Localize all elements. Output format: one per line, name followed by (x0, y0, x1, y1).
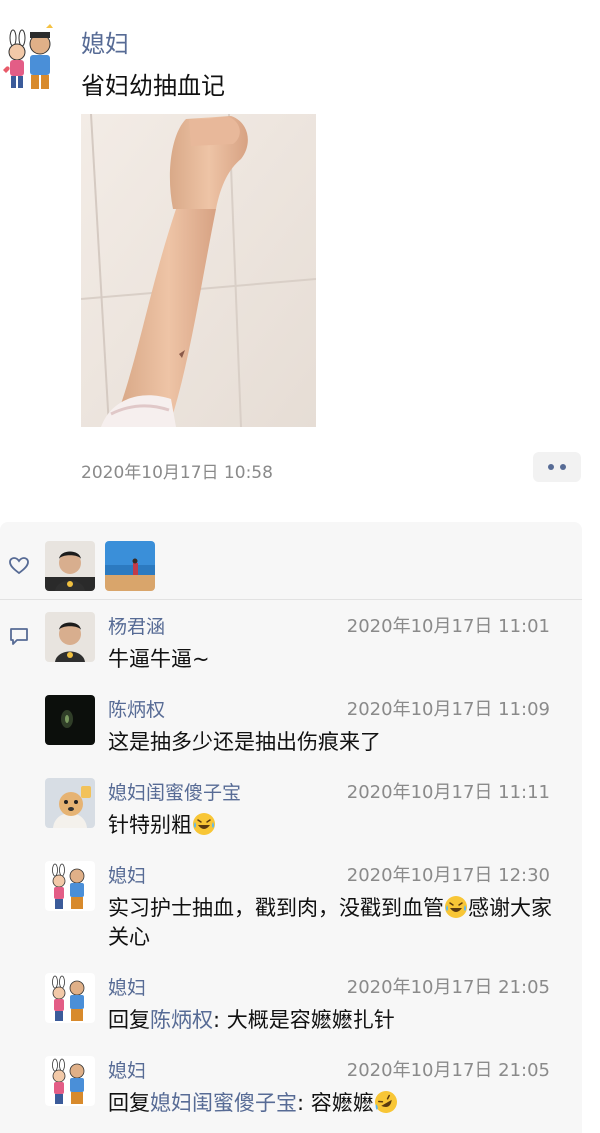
comment-timestamp: 2020年10月17日 12:30 (346, 865, 550, 886)
reply-to-link[interactable]: 陈炳权 (150, 1008, 213, 1032)
comment-text: 实习护士抽血，戳到肉，没戳到血管 感谢大家关心 (108, 894, 568, 952)
commenter-avatar[interactable] (45, 861, 95, 911)
likes-row (0, 522, 582, 599)
post-author-avatar[interactable] (0, 22, 62, 94)
like-avatar-beach[interactable] (105, 541, 155, 591)
comment-timestamp: 2020年10月17日 11:09 (346, 699, 550, 720)
more-options-button[interactable] (533, 452, 581, 482)
rolling-laughing-emoji-icon (374, 1091, 397, 1113)
post-timestamp: 2020年10月17日 10:58 (81, 463, 273, 483)
reply-prefix: 回复 (108, 1008, 150, 1032)
commenter-name[interactable]: 媳妇闺蜜傻子宝 (108, 778, 241, 805)
reply-prefix: 回复 (108, 1091, 150, 1115)
commenter-avatar[interactable] (45, 973, 95, 1023)
more-dot-icon (560, 464, 566, 470)
comment-text-part: 针特别粗 (108, 813, 192, 837)
comment-text-part: : 容嬷嬷 (297, 1091, 374, 1115)
commenter-name[interactable]: 媳妇 (108, 973, 146, 1000)
comment-timestamp: 2020年10月17日 11:01 (346, 616, 550, 637)
comment-text-part: : 大概是容嬷嬷扎针 (213, 1008, 395, 1032)
commenter-avatar[interactable] (45, 778, 95, 828)
heart-icon (9, 557, 29, 575)
laughing-tears-emoji-icon (445, 896, 467, 918)
commenter-name[interactable]: 杨君涵 (108, 612, 165, 639)
more-dot-icon (548, 464, 554, 470)
comment-text-part: 实习护士抽血，戳到肉，没戳到血管 (108, 896, 444, 920)
reply-to-link[interactable]: 媳妇闺蜜傻子宝 (150, 1091, 297, 1115)
comment-timestamp: 2020年10月17日 21:05 (346, 977, 550, 998)
commenter-avatar[interactable] (45, 1056, 95, 1106)
commenter-avatar[interactable] (45, 612, 95, 662)
divider (0, 599, 582, 600)
post-text: 省妇幼抽血记 (81, 72, 225, 100)
like-avatar-man[interactable] (45, 541, 95, 591)
commenter-name[interactable]: 陈炳权 (108, 695, 165, 722)
comment-text: 这是抽多少还是抽出伤痕来了 (108, 730, 381, 754)
comment-text: 回复媳妇闺蜜傻子宝: 容嬷嬷 (108, 1089, 568, 1118)
laughing-tears-emoji-icon (193, 813, 215, 835)
post-photo[interactable] (81, 114, 316, 427)
commenter-name[interactable]: 媳妇 (108, 861, 146, 888)
commenter-name[interactable]: 媳妇 (108, 1056, 146, 1083)
feedback-panel: 杨君涵 2020年10月17日 11:01 牛逼牛逼~ 陈炳权 2020年10月… (0, 522, 582, 1133)
comment-timestamp: 2020年10月17日 21:05 (346, 1060, 550, 1081)
comment-text: 针特别粗 (108, 811, 568, 840)
commenter-avatar[interactable] (45, 695, 95, 745)
comment-timestamp: 2020年10月17日 11:11 (346, 782, 550, 803)
comment-text: 牛逼牛逼~ (108, 647, 210, 671)
comment-text: 回复陈炳权: 大概是容嬷嬷扎针 (108, 1006, 568, 1035)
comment-icon (10, 628, 28, 645)
post-author-name[interactable]: 媳妇 (81, 24, 129, 59)
